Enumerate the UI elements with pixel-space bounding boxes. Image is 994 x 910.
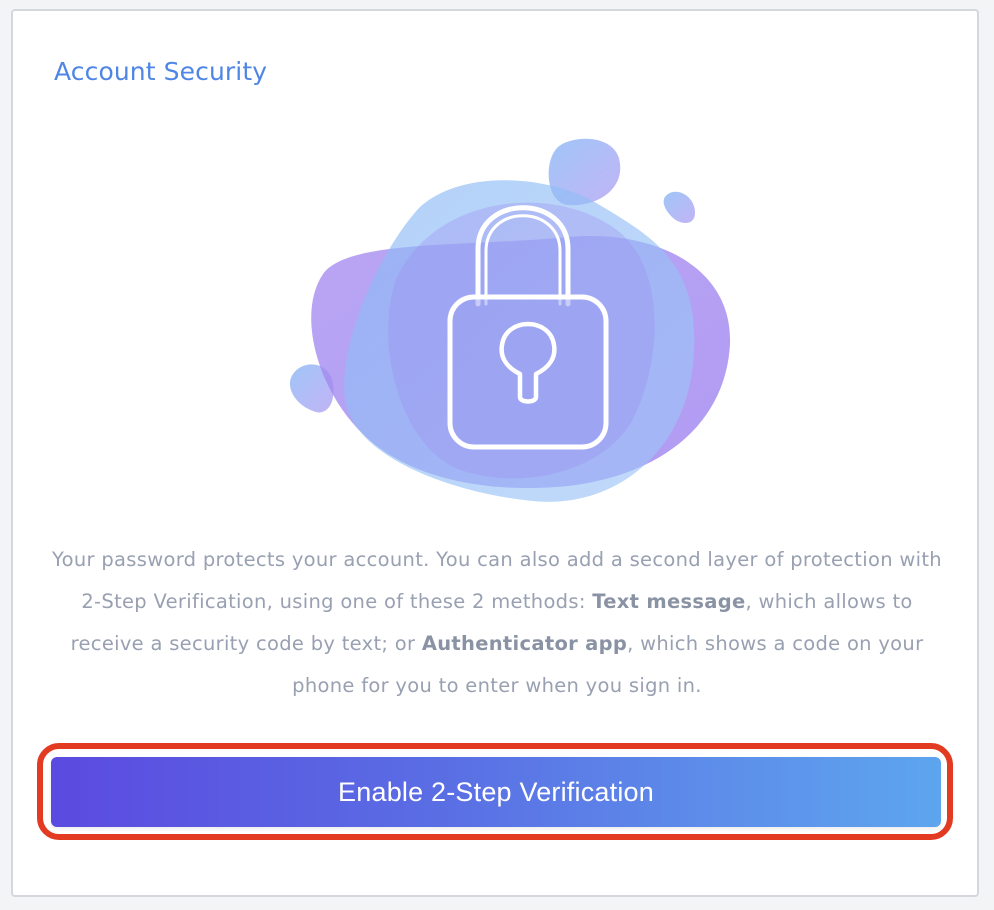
method-text-message: Text message — [592, 590, 746, 613]
decor-blob-top-right — [663, 191, 696, 224]
enable-2-step-verification-button[interactable]: Enable 2-Step Verification — [51, 757, 941, 827]
security-description: Your password protects your account. You… — [43, 539, 951, 707]
lock-illustration — [289, 138, 731, 502]
card-title: Account Security — [54, 57, 268, 86]
method-authenticator-app: Authenticator app — [421, 632, 628, 655]
